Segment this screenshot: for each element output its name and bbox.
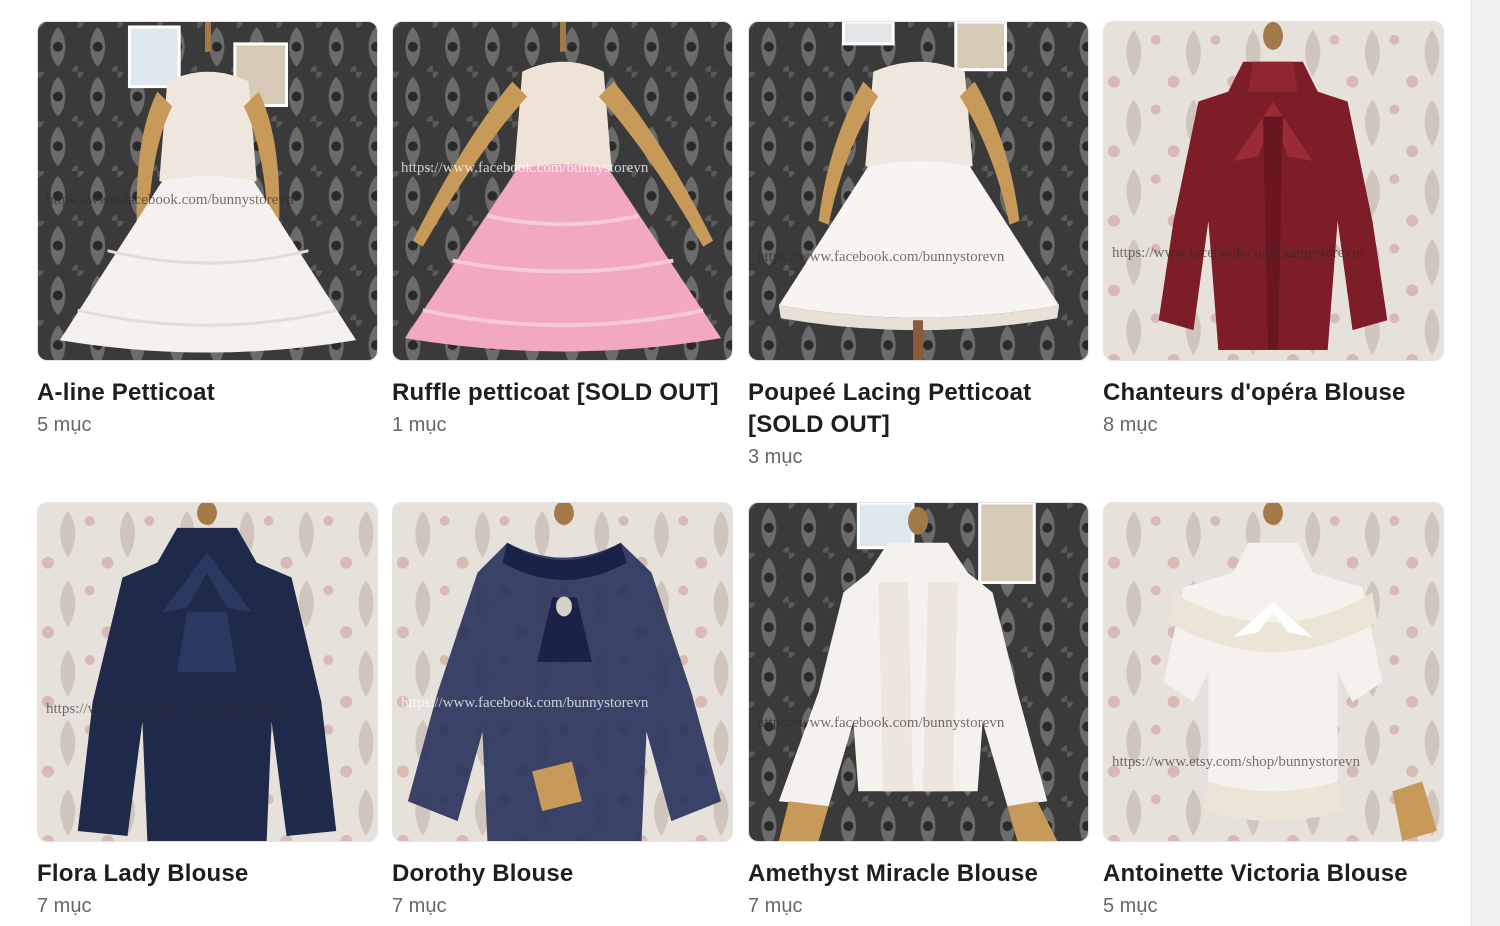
album-title[interactable]: A-line Petticoat: [37, 377, 378, 409]
album-thumbnail[interactable]: https://www.facebook.com/bunnystorevn: [392, 502, 733, 842]
blouse-image: [749, 503, 1088, 841]
page-scrollbar[interactable]: [1471, 0, 1500, 926]
watermark-text: https://www.etsy.com/shop/bunnystorevn: [1112, 754, 1361, 770]
album-item-count: 7 mục: [37, 895, 92, 917]
watermark-text: https://www.facebook.com/bunnystorevn: [757, 715, 1005, 731]
blouse-image: [1104, 22, 1443, 360]
album-item-count: 7 mục: [748, 895, 803, 917]
blouse-image: [38, 503, 377, 841]
album-card[interactable]: https://www.etsy.com/shop/bunnystorevn A…: [1103, 502, 1444, 920]
album-card[interactable]: https://www.facebook.com/bunnystorevn Po…: [748, 21, 1089, 471]
album-card[interactable]: https://www.facebook.com/bunnystorevn Am…: [748, 502, 1089, 920]
album-item-count: 7 mục: [392, 895, 447, 917]
petticoat-image: [749, 22, 1088, 360]
album-title[interactable]: Poupeé Lacing Petticoat [SOLD OUT]: [748, 377, 1089, 441]
album-card[interactable]: https://www.facebook.com/bunnystorevn Fl…: [37, 502, 378, 920]
watermark-text: https://www.facebook.com/bunnystorevn: [46, 192, 294, 208]
album-title[interactable]: Dorothy Blouse: [392, 858, 733, 890]
album-item-count: 5 mục: [37, 414, 92, 436]
album-thumbnail[interactable]: https://www.facebook.com/bunnystorevn: [392, 21, 733, 361]
watermark-text: https://www.facebook.com/bunnystorevn: [401, 160, 649, 176]
album-title[interactable]: Antoinette Victoria Blouse: [1103, 858, 1444, 890]
album-title[interactable]: Ruffle petticoat [SOLD OUT]: [392, 377, 733, 409]
album-card[interactable]: https://www.facebook.com/bunnystorevn/ C…: [1103, 21, 1444, 439]
album-title[interactable]: Amethyst Miracle Blouse: [748, 858, 1089, 890]
album-item-count: 8 mục: [1103, 414, 1158, 436]
album-item-count: 5 mục: [1103, 895, 1158, 917]
watermark-text: https://www.facebook.com/bunnystorevn: [401, 695, 649, 711]
petticoat-image: [38, 22, 377, 360]
album-thumbnail[interactable]: https://www.facebook.com/bunnystorevn/: [1103, 21, 1444, 361]
blouse-image: [1104, 503, 1443, 841]
album-thumbnail[interactable]: https://www.facebook.com/bunnystorevn: [37, 21, 378, 361]
album-title[interactable]: Chanteurs d'opéra Blouse: [1103, 377, 1444, 409]
album-title[interactable]: Flora Lady Blouse: [37, 858, 378, 890]
watermark-text: https://www.facebook.com/bunnystorevn: [757, 249, 1005, 265]
watermark-text: https://www.facebook.com/bunnystorevn: [46, 701, 294, 717]
album-thumbnail[interactable]: https://www.facebook.com/bunnystorevn: [37, 502, 378, 842]
album-card[interactable]: https://www.facebook.com/bunnystorevn Do…: [392, 502, 733, 920]
album-card[interactable]: https://www.facebook.com/bunnystorevn Ru…: [392, 21, 733, 439]
album-thumbnail[interactable]: https://www.etsy.com/shop/bunnystorevn: [1103, 502, 1444, 842]
album-thumbnail[interactable]: https://www.facebook.com/bunnystorevn: [748, 21, 1089, 361]
album-item-count: 3 mục: [748, 446, 803, 468]
blouse-image: [393, 503, 732, 841]
album-item-count: 1 mục: [392, 414, 447, 436]
album-thumbnail[interactable]: https://www.facebook.com/bunnystorevn: [748, 502, 1089, 842]
watermark-text: https://www.facebook.com/bunnystorevn/: [1112, 245, 1364, 261]
petticoat-image: [393, 22, 732, 360]
album-card[interactable]: https://www.facebook.com/bunnystorevn A-…: [37, 21, 378, 439]
